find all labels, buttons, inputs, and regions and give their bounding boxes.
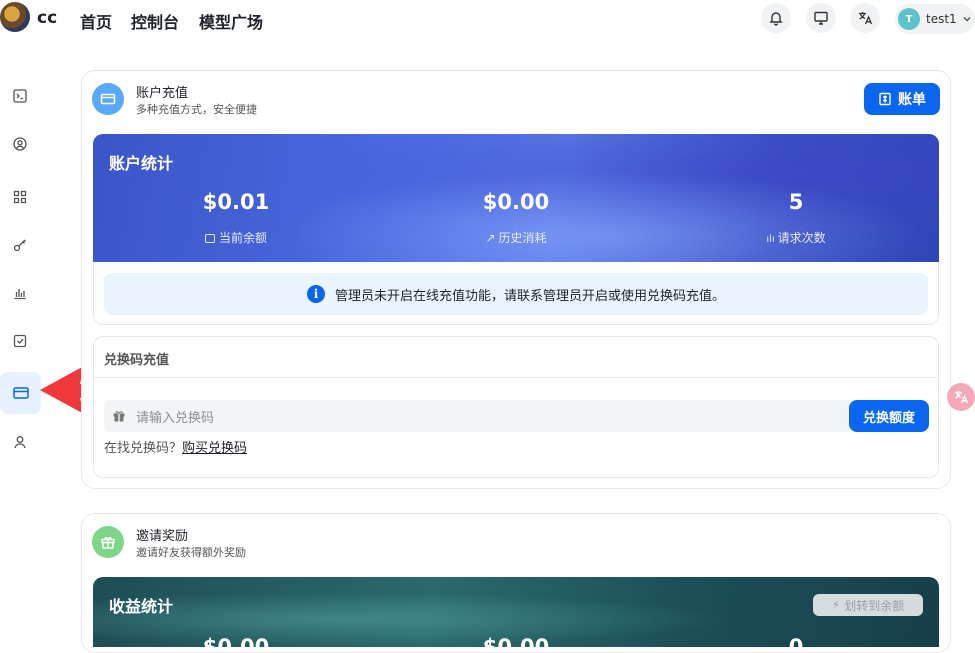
stat-balance-label: 当前余额 [166,229,306,246]
chevron-down-icon [963,17,971,22]
avatar: T [898,8,920,30]
bill-button[interactable]: 账单 [864,83,940,115]
stat-balance-value: $0.01 [202,190,270,214]
account-stats-panel: 账户统计 $0.01 $0.00 5 当前余额 ↗ 历史消耗 ılı 请求次数 [93,134,939,262]
theme-button[interactable] [806,3,836,33]
bar-chart-icon [14,289,26,300]
info-icon: i [306,285,325,303]
earnings-stats-panel: 收益统计 ⚡ 划转到余额 $0.00 $0.00 0 [93,577,939,647]
key-icon [13,239,26,252]
sidebar-item-playground[interactable] [6,82,34,110]
redeem-code-input[interactable]: 请输入兑换码 [104,400,849,432]
sidebar-item-tasks[interactable] [6,327,34,355]
top-bar: cc 首页 控制台 模型广场 T test1 [0,0,975,38]
user-menu[interactable]: T test1 [895,4,975,34]
stat-requests-value: 5 [788,190,804,214]
sidebar-item-tokens[interactable] [6,231,34,259]
redeem-card: 兑换码充值 请输入兑换码 兑换额度 在找兑换码？购买兑换码 [93,336,939,478]
redeem-hint: 在找兑换码？购买兑换码 [104,441,248,456]
recharge-title: 账户充值 [136,86,189,101]
invite-card-icon [92,526,124,558]
credit-card-icon [100,93,116,105]
language-button[interactable] [850,3,880,33]
floating-translate-button[interactable] [947,383,975,411]
earnings-value-1: $0.00 [202,635,270,647]
notification-button[interactable] [761,3,791,33]
translate-icon [859,12,873,25]
stat-requests-label: ılı 请求次数 [766,231,826,245]
divider [94,377,938,378]
sidebar-item-personal[interactable] [6,428,34,456]
earnings-stats-title: 收益统计 [109,597,174,616]
person-icon [14,436,26,449]
recharge-subtitle: 多种充值方式，安全便捷 [136,103,257,116]
redeem-title: 兑换码充值 [104,353,170,368]
bar-chart-icon: ılı [766,234,775,245]
stat-consumed-label: ↗ 历史消耗 [485,231,547,245]
invite-subtitle: 邀请好友获得额外奖励 [136,546,246,559]
receipt-icon [879,92,891,106]
logo[interactable] [0,2,30,32]
sidebar-item-logs[interactable] [6,279,34,307]
transfer-to-balance-button[interactable]: ⚡ 划转到余额 [813,594,923,616]
grid-icon [13,190,27,204]
credit-card-icon [12,387,29,399]
recharge-notice: i 管理员未开启在线充值功能，请联系管理员开启或使用兑换码充值。 [104,273,928,315]
translate-icon [955,391,969,404]
account-stats-title: 账户统计 [109,154,174,173]
user-circle-icon [13,137,27,151]
redeem-placeholder: 请输入兑换码 [136,410,215,426]
buy-code-link[interactable]: 购买兑换码 [182,441,247,456]
nav-home[interactable]: 首页 [80,9,112,33]
lightning-icon: ⚡ [831,598,841,612]
gift-icon [101,537,115,549]
nav-model-plaza[interactable]: 模型广场 [199,9,263,33]
trend-up-icon: ↗ [485,231,496,245]
notice-text: 管理员未开启在线充值功能，请联系管理员开启或使用兑换码充值。 [334,288,725,304]
recharge-card-icon [92,83,124,115]
gift-icon [113,411,125,422]
terminal-icon [13,89,27,103]
nav-console[interactable]: 控制台 [131,9,179,33]
sidebar-item-topup[interactable] [0,372,41,414]
monitor-icon [814,11,828,25]
earnings-value-3: 0 [788,635,804,647]
sidebar-item-profile[interactable] [6,130,34,158]
brand-name[interactable]: cc [37,8,57,28]
redeem-button[interactable]: 兑换额度 [849,400,929,432]
sidebar-item-dashboard[interactable] [6,183,34,211]
earnings-value-2: $0.00 [482,635,550,647]
bill-button-label: 账单 [898,92,926,108]
bell-icon [769,12,783,26]
checkbox-icon [13,334,27,348]
stat-consumed-value: $0.00 [482,190,550,214]
user-name: test1 [926,12,957,26]
wallet-icon [204,234,215,243]
invite-title: 邀请奖励 [136,529,189,544]
